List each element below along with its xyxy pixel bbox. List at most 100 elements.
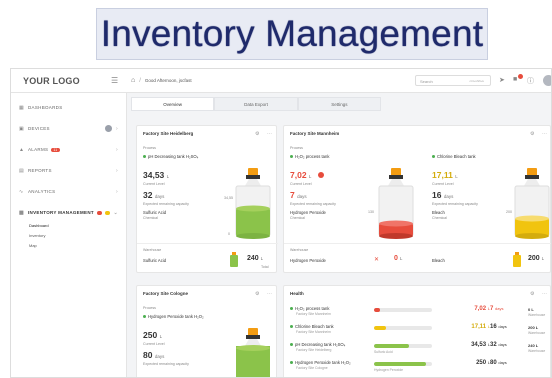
sidebar-item-label: INVENTORY MANAGEMENT bbox=[28, 210, 94, 215]
health-row[interactable]: Chlorine Bleach tank Factory Site Mannhe… bbox=[284, 324, 551, 340]
health-site: Factory Site Mannheim bbox=[296, 312, 331, 316]
current-level-label: Current Level bbox=[143, 342, 165, 346]
tab-settings[interactable]: Settings bbox=[297, 97, 381, 111]
search-input[interactable]: Search ctrl+shift+k bbox=[415, 75, 491, 86]
chevron-right-icon: › bbox=[116, 125, 118, 132]
app-window: YOUR LOGO ☰ ⌂ / Good Afternoon, jscfast … bbox=[10, 68, 552, 378]
bell-icon[interactable]: ■ bbox=[513, 76, 517, 83]
tab-data-export[interactable]: Data Export bbox=[214, 97, 298, 111]
subnav-dashboard[interactable]: Dashboard bbox=[11, 223, 126, 233]
health-tank-name: Chlorine Bleach tank bbox=[290, 324, 334, 329]
settings-toggle-icon[interactable] bbox=[105, 125, 112, 132]
jerrycan-icon bbox=[230, 252, 238, 267]
sidebar-item-label: DEVICES bbox=[28, 126, 50, 131]
health-capacity-label: Warehouse bbox=[528, 331, 546, 335]
more-icon[interactable]: ⋯ bbox=[542, 131, 547, 137]
health-row[interactable]: H₂O₂ process tank Factory Site Mannheim … bbox=[284, 306, 551, 322]
warehouse1-amount: 0 L bbox=[394, 255, 403, 262]
search-shortcut: ctrl+shift+k bbox=[469, 79, 484, 83]
tab-overview[interactable]: Overview bbox=[131, 97, 215, 111]
logo[interactable]: YOUR LOGO bbox=[11, 76, 111, 86]
tank2-remaining-days: 16 days bbox=[432, 190, 454, 200]
current-level: 34,53 L bbox=[143, 170, 170, 180]
remaining-days: 32 days bbox=[143, 190, 165, 200]
health-row[interactable]: Hydrogen Peroxide tank H₂O₂ Factory Site… bbox=[284, 360, 551, 376]
tank1-current-level: 7,02 L bbox=[290, 170, 312, 180]
sidebar-item-inventory-management[interactable]: ▩ INVENTORY MANAGEMENT ⌄ bbox=[11, 202, 126, 223]
menu-icon[interactable]: ☰ bbox=[111, 76, 123, 85]
top-bar: YOUR LOGO ☰ ⌂ / Good Afternoon, jscfast … bbox=[11, 69, 551, 93]
status-dot bbox=[290, 325, 293, 329]
status-dot-red bbox=[96, 210, 103, 215]
health-tank-name: pH Decreasing tank H₂SO₄ bbox=[290, 342, 345, 347]
more-icon[interactable]: ⋯ bbox=[542, 291, 547, 297]
health-chemical: Sulfuric Acid bbox=[374, 350, 393, 354]
settings-icon[interactable]: ⚙ bbox=[255, 131, 259, 137]
health-level-bar bbox=[374, 308, 432, 312]
chevron-down-icon: ⌄ bbox=[113, 209, 118, 216]
warehouse-chemical: Sulfuric Acid bbox=[143, 258, 167, 263]
sidebar-item-alarms[interactable]: ▲ ALARMS 11 › bbox=[11, 139, 126, 160]
tank2-days-label: Expected remaining capacity bbox=[432, 202, 478, 206]
tank-cap bbox=[248, 168, 258, 176]
settings-icon[interactable]: ⚙ bbox=[255, 291, 259, 297]
tank2-name: Chlorine Bleach tank bbox=[432, 154, 476, 159]
health-chemical: Hydrogen Peroxide bbox=[374, 368, 404, 372]
chevron-right-icon: › bbox=[116, 167, 118, 174]
more-icon[interactable]: ⋯ bbox=[267, 131, 272, 137]
sidebar-item-devices[interactable]: ▣ DEVICES › bbox=[11, 118, 126, 139]
more-icon[interactable]: ⋯ bbox=[267, 291, 272, 297]
settings-icon[interactable]: ⚙ bbox=[530, 131, 534, 137]
warehouse-amount: 240 L bbox=[247, 255, 264, 262]
home-icon[interactable]: ⌂ bbox=[131, 77, 135, 84]
health-level: 7,02 L bbox=[474, 306, 490, 312]
sidebar: ▦ DASHBOARDS ▣ DEVICES › ▲ ALARMS 11 › ▤… bbox=[11, 93, 127, 377]
chevron-right-icon: › bbox=[116, 146, 118, 153]
slide-title-banner: Inventory Management bbox=[96, 8, 488, 60]
health-site: Factory Site Mannheim bbox=[296, 330, 331, 334]
card-mannheim: Factory Site Mannheim ⚙ ⋯ Process H₂O₂ p… bbox=[283, 125, 551, 273]
subnav-inventory[interactable]: Inventory bbox=[11, 233, 126, 243]
divider bbox=[137, 243, 278, 244]
device-icon: ▣ bbox=[19, 125, 25, 132]
settings-icon[interactable]: ⚙ bbox=[530, 291, 534, 297]
warehouse-label: Warehouse bbox=[290, 248, 309, 252]
help-icon[interactable]: ⓘ bbox=[527, 76, 534, 86]
health-level-fill bbox=[374, 362, 427, 366]
health-days: 7 days bbox=[490, 306, 504, 312]
sidebar-item-reports[interactable]: ▤ REPORTS › bbox=[11, 160, 126, 181]
section-label: Process bbox=[143, 146, 156, 150]
scale-bottom: 0 bbox=[228, 232, 230, 236]
health-level: 250 L bbox=[476, 360, 490, 366]
warehouse2-amount: 200 L bbox=[528, 255, 545, 262]
health-days: 16 days bbox=[490, 324, 507, 330]
sidebar-item-analytics[interactable]: ∿ ANALYTICS › bbox=[11, 181, 126, 202]
current-level: 250 L bbox=[143, 330, 163, 340]
tank1-chemical-label: Chemical bbox=[290, 216, 305, 220]
scale-top: 34,55 bbox=[224, 196, 233, 200]
tank-name: pH Decreasing tank H₂SO₄ bbox=[143, 154, 198, 159]
subnav-map[interactable]: Map bbox=[11, 243, 126, 253]
health-level-bar bbox=[374, 362, 432, 366]
tank1-chemical: Hydrogen Peroxide bbox=[290, 210, 326, 215]
remaining-days-label: Expected remaining capacity bbox=[143, 202, 189, 206]
close-icon: ✕ bbox=[374, 257, 380, 263]
tank-name: Hydrogen Peroxide tank H₂O₂ bbox=[143, 314, 204, 319]
health-row[interactable]: pH Decreasing tank H₂SO₄ Factory Site He… bbox=[284, 342, 551, 358]
card-cologne: Factory Site Cologne ⚙ ⋯ Process Hydroge… bbox=[136, 285, 277, 377]
sidebar-item-dashboards[interactable]: ▦ DASHBOARDS bbox=[11, 97, 126, 118]
tank1-scale-top: 130 bbox=[368, 210, 374, 214]
tank2-chemical-label: Chemical bbox=[432, 216, 447, 220]
status-dot bbox=[290, 361, 293, 365]
avatar[interactable] bbox=[543, 75, 551, 86]
card-title: Factory Site Heidelberg bbox=[143, 131, 194, 136]
tank-fill-surface bbox=[236, 205, 270, 212]
card-health: Health ⚙ ⋯ H₂O₂ process tank Factory Sit… bbox=[283, 285, 551, 377]
tank1-level-label: Current Level bbox=[290, 182, 312, 186]
health-capacity: 240 L bbox=[528, 343, 539, 348]
status-dot bbox=[290, 343, 293, 347]
send-icon[interactable]: ➤ bbox=[499, 76, 505, 84]
tank2-level-label: Current Level bbox=[432, 182, 454, 186]
chemical-label: Chemical bbox=[143, 216, 158, 220]
grid-icon: ▦ bbox=[19, 104, 25, 111]
